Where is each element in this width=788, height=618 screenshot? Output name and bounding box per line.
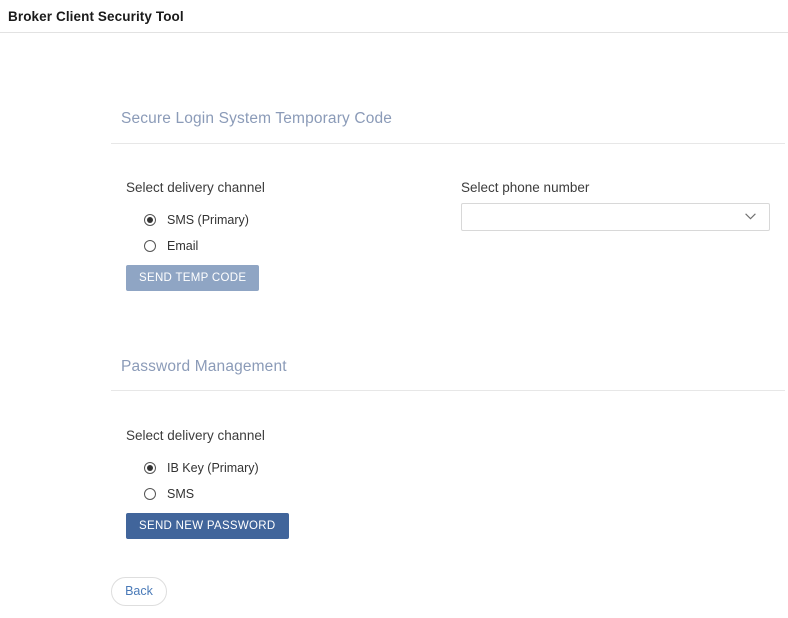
- radio-option-ib-key-primary[interactable]: IB Key (Primary): [144, 459, 259, 477]
- send-temp-code-button[interactable]: SEND TEMP CODE: [126, 265, 260, 291]
- app-header: Broker Client Security Tool: [0, 0, 788, 33]
- radio-icon-unselected[interactable]: [144, 240, 156, 252]
- radio-label: IB Key (Primary): [167, 461, 259, 475]
- send-new-password-button[interactable]: SEND NEW PASSWORD: [126, 513, 289, 539]
- radio-icon-selected[interactable]: [144, 214, 156, 226]
- radio-icon-unselected[interactable]: [144, 488, 156, 500]
- page-title: Broker Client Security Tool: [8, 8, 184, 24]
- radio-label: SMS: [167, 487, 195, 501]
- phone-number-select-box[interactable]: [461, 203, 770, 231]
- delivery-channel-label-secure-login: Select delivery channel: [126, 180, 265, 195]
- back-button[interactable]: Back: [111, 577, 167, 606]
- radio-option-email[interactable]: Email: [144, 237, 198, 255]
- radio-label: SMS (Primary): [167, 213, 249, 227]
- radio-label: Email: [167, 239, 199, 253]
- section-divider-password-management: [111, 390, 785, 391]
- phone-number-select[interactable]: [461, 203, 770, 231]
- phone-number-label: Select phone number: [461, 180, 590, 195]
- radio-option-sms[interactable]: SMS: [144, 485, 194, 503]
- radio-option-sms-primary[interactable]: SMS (Primary): [144, 211, 249, 229]
- section-heading-password-management: Password Management: [121, 358, 287, 375]
- radio-icon-selected[interactable]: [144, 462, 156, 474]
- section-divider-secure-login: [111, 143, 785, 144]
- delivery-channel-label-password-management: Select delivery channel: [126, 428, 265, 443]
- section-heading-secure-login: Secure Login System Temporary Code: [121, 110, 393, 127]
- page-content: Secure Login System Temporary Code Selec…: [0, 33, 788, 618]
